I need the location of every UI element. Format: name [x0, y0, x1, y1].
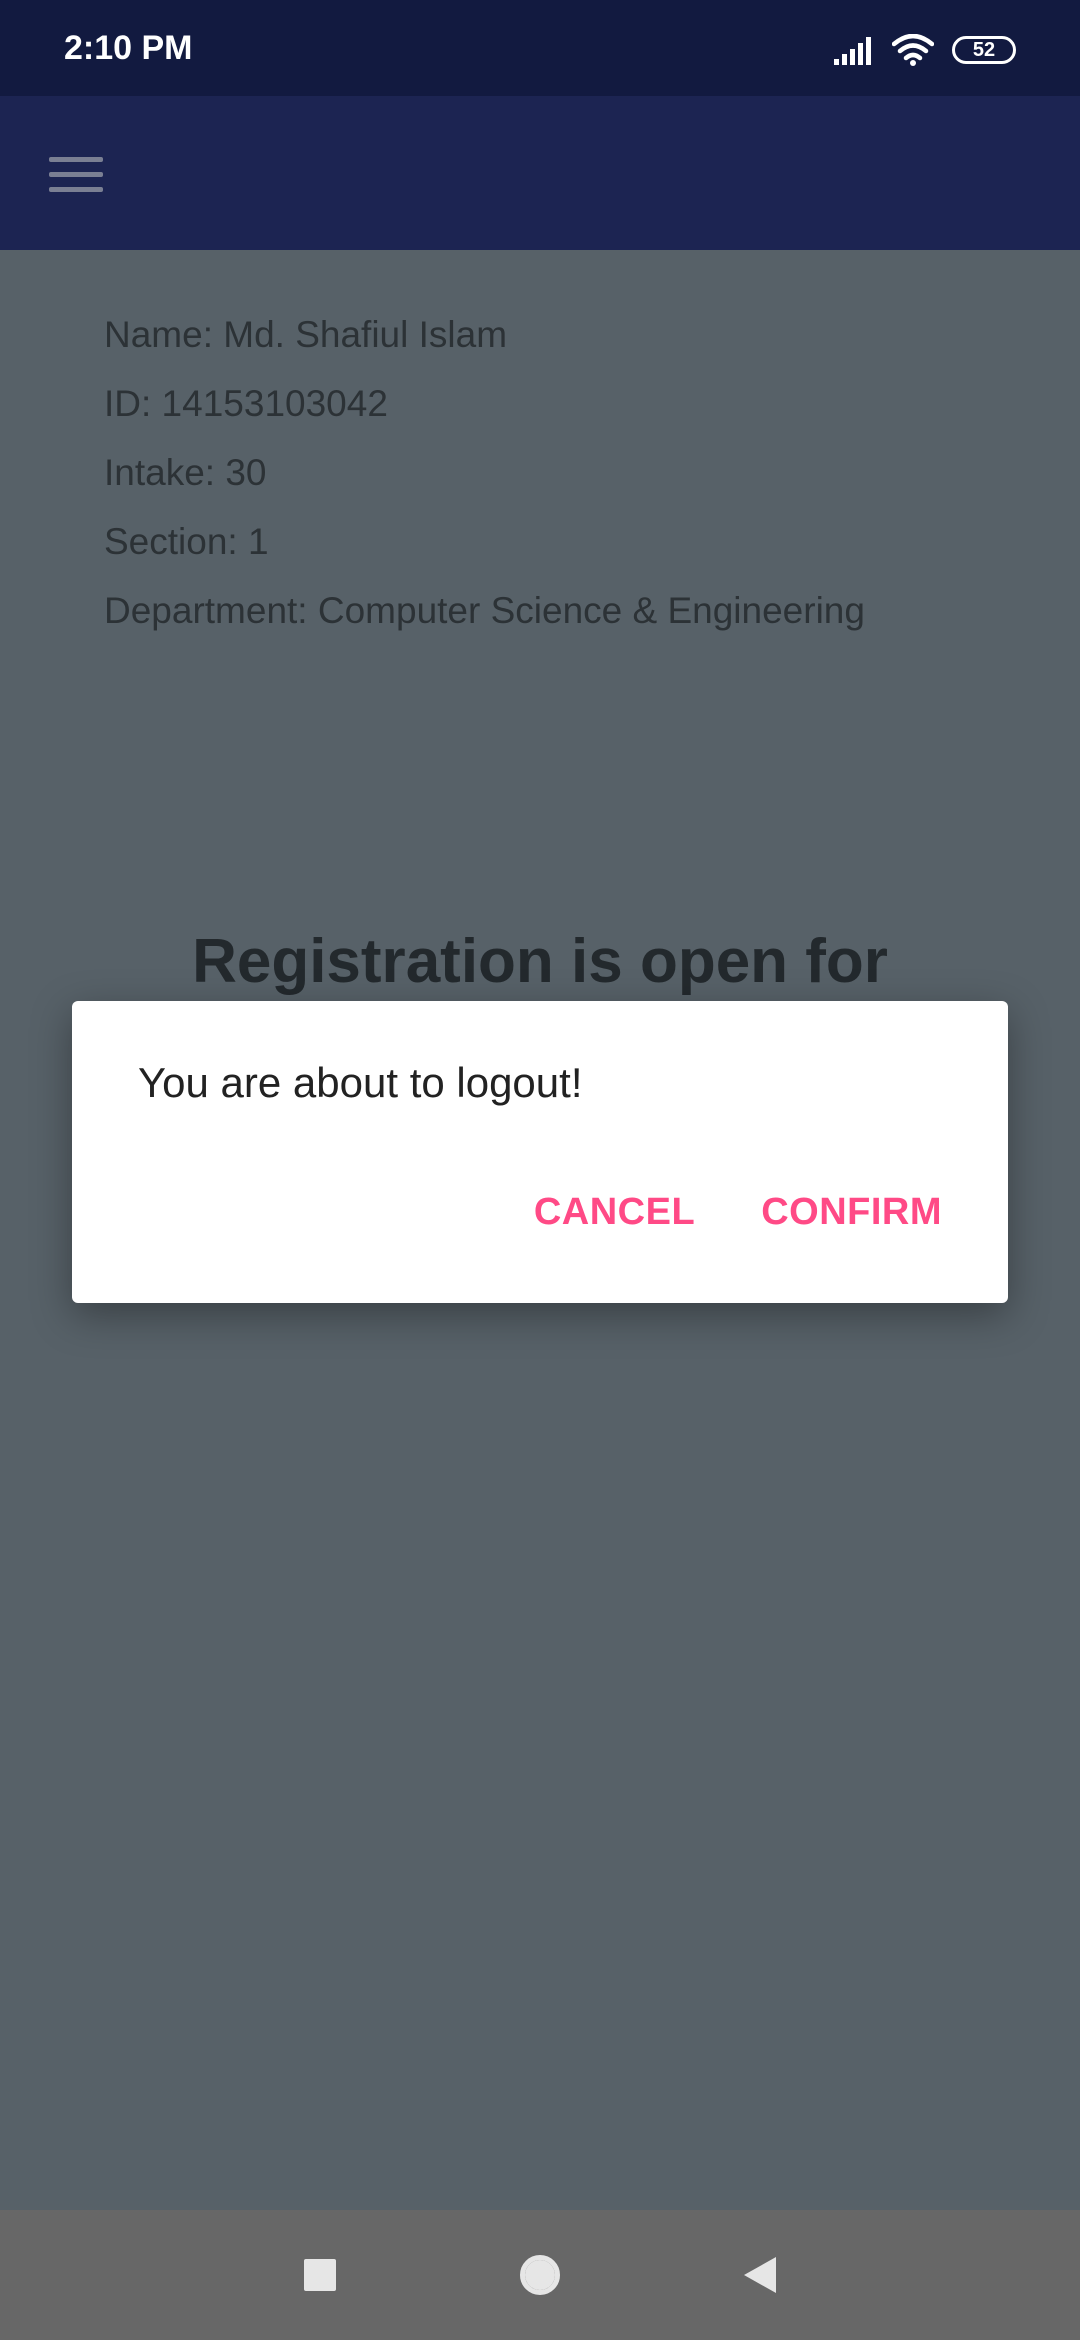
navigation-bar: [0, 2210, 1080, 2340]
hamburger-menu-icon[interactable]: [34, 138, 118, 210]
back-icon[interactable]: [730, 2245, 790, 2305]
app-bar: [0, 96, 1080, 250]
status-icons: 52: [834, 28, 1016, 72]
back-triangle: [744, 2257, 776, 2293]
recents-icon[interactable]: [290, 2245, 350, 2305]
registration-banner-title: Registration is open for: [192, 927, 888, 996]
battery-level: 52: [972, 39, 996, 61]
menu-bar-line: [49, 156, 103, 162]
student-department: Department: Computer Science & Engineeri…: [104, 590, 865, 631]
dialog-actions: CANCEL CONFIRM: [534, 1187, 942, 1237]
student-intake: Intake: 30: [104, 452, 267, 493]
dialog-message: You are about to logout!: [138, 1059, 583, 1106]
screen: 2:10 PM 52 Name: Md. Shafiul Islam ID: 1…: [0, 0, 1080, 2340]
menu-bar-line: [49, 171, 103, 177]
status-time: 2:10 PM: [64, 29, 193, 67]
home-circle-inner: [525, 2260, 555, 2290]
student-name: Name: Md. Shafiul Islam: [104, 314, 508, 355]
recents-square: [304, 2259, 336, 2291]
signal-icon: [834, 37, 871, 65]
menu-bar-line: [49, 186, 103, 192]
battery-icon: 52: [952, 36, 1016, 64]
student-id: ID: 14153103042: [104, 383, 388, 424]
cancel-button[interactable]: CANCEL: [534, 1187, 695, 1237]
logout-dialog: You are about to logout! CANCEL CONFIRM: [72, 1001, 1008, 1303]
home-circle: [520, 2255, 560, 2295]
home-icon[interactable]: [510, 2245, 570, 2305]
status-bar: 2:10 PM 52: [0, 0, 1080, 96]
confirm-button[interactable]: CONFIRM: [761, 1187, 942, 1237]
student-info: Name: Md. Shafiul Islam ID: 14153103042 …: [104, 300, 1004, 645]
student-section: Section: 1: [104, 521, 269, 562]
wifi-icon: [892, 34, 934, 66]
